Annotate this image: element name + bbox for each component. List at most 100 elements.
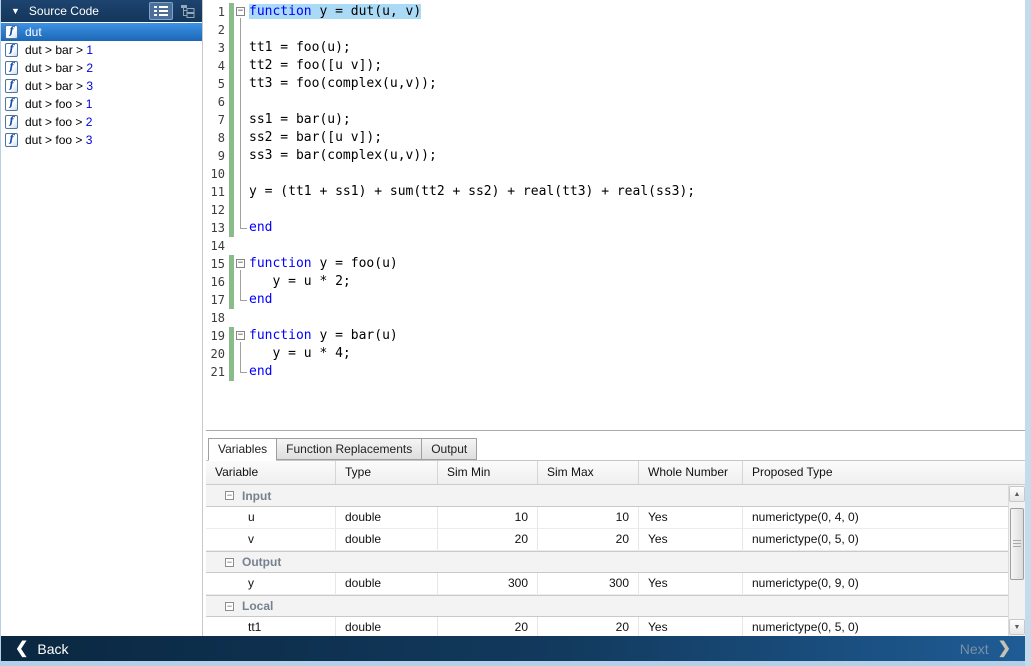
sidebar-item[interactable]: f dut bbox=[1, 23, 202, 41]
column-header[interactable]: Sim Max bbox=[538, 461, 639, 484]
tab-variables[interactable]: Variables bbox=[208, 438, 278, 461]
plain-code: y = dut(u, v) bbox=[311, 4, 422, 19]
fold-column bbox=[235, 201, 249, 219]
code-line[interactable]: 13 end bbox=[206, 219, 1025, 237]
cell-sim-min: 20 bbox=[438, 617, 538, 636]
list-view-button[interactable] bbox=[149, 2, 173, 20]
code-line[interactable]: 15 − function y = foo(u) bbox=[206, 255, 1025, 273]
fold-line bbox=[240, 111, 241, 129]
cell-sim-max: 300 bbox=[538, 573, 639, 594]
scrollbar-thumb[interactable] bbox=[1010, 508, 1024, 580]
scroll-up-icon[interactable]: ▲ bbox=[1009, 486, 1025, 502]
fold-column bbox=[235, 39, 249, 57]
plain-code: ss2 = bar([u v]); bbox=[249, 130, 383, 145]
column-header[interactable]: Whole Number bbox=[639, 461, 743, 484]
code-line[interactable]: 5 tt3 = foo(complex(u,v)); bbox=[206, 75, 1025, 93]
cell-whole-number: Yes bbox=[639, 573, 743, 594]
sidebar-item[interactable]: f dut > foo > 3 bbox=[1, 131, 202, 149]
fold-line bbox=[240, 363, 241, 372]
back-label: Back bbox=[37, 640, 69, 657]
code-line[interactable]: 1 − function y = dut(u, v) bbox=[206, 3, 1025, 21]
column-header[interactable]: Proposed Type bbox=[743, 461, 1025, 484]
tree-view-icon bbox=[180, 4, 194, 18]
vertical-scrollbar[interactable]: ▲ ▼ bbox=[1008, 485, 1025, 636]
table-row[interactable]: tt1 double 20 20 Yes numerictype(0, 5, 0) bbox=[206, 617, 1008, 636]
code-text: tt2 = foo([u v]); bbox=[249, 57, 382, 75]
fold-column bbox=[235, 75, 249, 93]
fold-collapse-icon[interactable]: − bbox=[236, 259, 245, 268]
sidebar-item-label: dut > bar > 2 bbox=[25, 61, 94, 75]
code-editor[interactable]: 1− function y = dut(u, v) 2 3 tt1 = foo(u); 4… bbox=[206, 0, 1025, 430]
collapse-group-icon[interactable]: − bbox=[225, 557, 234, 567]
sidebar-item[interactable]: f dut > bar > 1 bbox=[1, 41, 202, 59]
plain-code: y = (tt1 + ss1) + sum(tt2 + ss2) + real(… bbox=[249, 184, 696, 199]
tab-output[interactable]: Output bbox=[422, 438, 478, 460]
source-code-panel: ▼ Source Code f dut f dut > bar > 1 f du… bbox=[1, 0, 203, 636]
code-line[interactable]: 2 bbox=[206, 21, 1025, 39]
group-row-output[interactable]: − Output bbox=[206, 551, 1008, 573]
cell-type: double bbox=[336, 529, 438, 550]
code-text: y = u * 2; bbox=[249, 273, 350, 291]
back-button[interactable]: ❮ Back bbox=[15, 636, 69, 661]
code-line[interactable]: 11 y = (tt1 + ss1) + sum(tt2 + ss2) + rea… bbox=[206, 183, 1025, 201]
keyword: end bbox=[249, 364, 273, 379]
column-header[interactable]: Variable bbox=[206, 461, 336, 484]
code-line[interactable]: 20 y = u * 4; bbox=[206, 345, 1025, 363]
code-line[interactable]: 7 ss1 = bar(u); bbox=[206, 111, 1025, 129]
code-line[interactable]: 21 end bbox=[206, 363, 1025, 381]
collapse-group-icon[interactable]: − bbox=[225, 491, 234, 500]
line-number: 6 bbox=[217, 95, 225, 109]
group-label: Output bbox=[242, 555, 282, 569]
main-row: ▼ Source Code f dut f dut > bar > 1 f du… bbox=[1, 0, 1025, 636]
sidebar-item[interactable]: f dut > bar > 3 bbox=[1, 77, 202, 95]
tab-bar: Variables Function Replacements Output bbox=[208, 437, 1025, 461]
sidebar-item-number: 1 bbox=[85, 97, 93, 111]
next-button[interactable]: Next ❯ bbox=[960, 636, 1011, 661]
code-line[interactable]: 4 tt2 = foo([u v]); bbox=[206, 57, 1025, 75]
coverage-bar bbox=[229, 21, 234, 39]
fold-collapse-icon[interactable]: − bbox=[236, 7, 245, 16]
sidebar-item[interactable]: f dut > bar > 2 bbox=[1, 59, 202, 77]
collapse-group-icon[interactable]: − bbox=[225, 601, 234, 611]
code-line[interactable]: 12 bbox=[206, 201, 1025, 219]
code-line[interactable]: 14 bbox=[206, 237, 1025, 255]
group-row-local[interactable]: − Local bbox=[206, 595, 1008, 617]
coverage-bar bbox=[229, 183, 234, 201]
line-number: 7 bbox=[217, 113, 225, 127]
coverage-bar bbox=[229, 327, 234, 345]
code-line[interactable]: 3 tt1 = foo(u); bbox=[206, 39, 1025, 57]
code-line[interactable]: 19 − function y = bar(u) bbox=[206, 327, 1025, 345]
list-view-icon bbox=[154, 6, 168, 16]
code-line[interactable]: 9 ss3 = bar(complex(u,v)); bbox=[206, 147, 1025, 165]
table-row[interactable]: y double 300 300 Yes numerictype(0, 9, 0) bbox=[206, 573, 1008, 595]
code-line[interactable]: 8 ss2 = bar([u v]); bbox=[206, 129, 1025, 147]
tree-view-button[interactable] bbox=[175, 2, 199, 20]
line-number: 11 bbox=[210, 185, 225, 199]
column-header[interactable]: Type bbox=[336, 461, 438, 484]
code-text: function y = dut(u, v) bbox=[249, 3, 422, 21]
fold-column bbox=[235, 291, 249, 309]
collapse-triangle-icon[interactable]: ▼ bbox=[11, 0, 20, 22]
code-line[interactable]: 16 y = u * 2; bbox=[206, 273, 1025, 291]
group-row-input[interactable]: − Input bbox=[206, 485, 1008, 507]
coverage-bar bbox=[229, 75, 234, 93]
sidebar-item-label: dut > foo > 2 bbox=[25, 115, 93, 129]
code-line[interactable]: 17 end bbox=[206, 291, 1025, 309]
coverage-bar bbox=[229, 57, 234, 75]
code-line[interactable]: 10 bbox=[206, 165, 1025, 183]
sidebar-item[interactable]: f dut > foo > 2 bbox=[1, 113, 202, 131]
fold-column: − bbox=[235, 327, 249, 345]
table-row[interactable]: u double 10 10 Yes numerictype(0, 4, 0) bbox=[206, 507, 1008, 529]
tab-function-replacements[interactable]: Function Replacements bbox=[277, 438, 423, 460]
code-line[interactable]: 18 bbox=[206, 309, 1025, 327]
sidebar-item[interactable]: f dut > foo > 1 bbox=[1, 95, 202, 113]
coverage-bar bbox=[229, 309, 234, 327]
fold-collapse-icon[interactable]: − bbox=[236, 331, 245, 340]
column-header[interactable]: Sim Min bbox=[438, 461, 538, 484]
fold-line bbox=[240, 93, 241, 111]
table-row[interactable]: v double 20 20 Yes numerictype(0, 5, 0) bbox=[206, 529, 1008, 551]
code-line[interactable]: 6 bbox=[206, 93, 1025, 111]
scroll-down-icon[interactable]: ▼ bbox=[1009, 619, 1025, 635]
line-number: 12 bbox=[210, 203, 225, 217]
cell-sim-min: 20 bbox=[438, 529, 538, 550]
